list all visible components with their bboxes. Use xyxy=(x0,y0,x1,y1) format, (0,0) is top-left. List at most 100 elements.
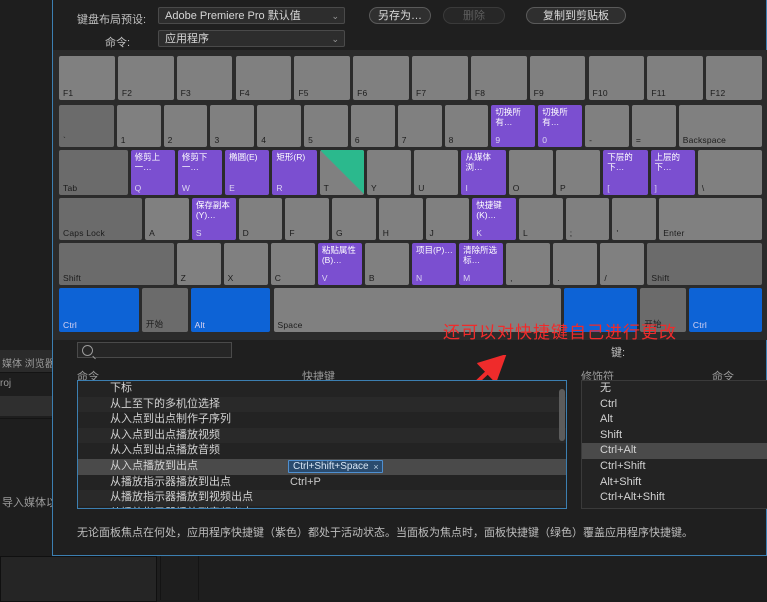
key-h[interactable]: H xyxy=(378,198,423,240)
key-f5[interactable]: F5 xyxy=(294,56,351,100)
key-enter[interactable]: Enter xyxy=(659,198,762,240)
key-num12[interactable]: = xyxy=(631,105,676,147)
command-row[interactable]: 从入点到出点制作子序列 xyxy=(78,412,566,428)
key-tab[interactable]: Tab xyxy=(59,150,128,195)
key-shift10[interactable]: / xyxy=(600,243,645,285)
preset-dropdown[interactable]: Adobe Premiere Pro 默认值 ⌄ xyxy=(158,7,345,24)
key-alt[interactable]: Alt xyxy=(190,288,271,332)
command-list[interactable]: 下标 从上至下的多机位选择 从入点到出点制作子序列 从入点到出点播放视频 从入点到出点播… xyxy=(77,380,567,509)
key-num11[interactable]: - xyxy=(585,105,629,147)
key-j[interactable]: J xyxy=(425,198,470,240)
key-m[interactable]: 清除所选标… M xyxy=(459,243,504,285)
key-c[interactable]: C xyxy=(270,243,315,285)
key-t[interactable]: T xyxy=(319,150,364,195)
key-home11[interactable]: ' xyxy=(612,198,657,240)
command-row[interactable]: 从入点播放到出点 Ctrl+Shift+Space × xyxy=(78,458,566,475)
virtual-keyboard[interactable]: F1 F2 F3 F4 F5 F6 F7 F8 F9 F10 F11 F12 ` 1 2 3 4 5 6 7 8 切换所有… xyxy=(53,50,767,340)
modifier-list[interactable]: 无 Ctrl Alt Shift Ctrl+Alt Ctrl+Shift Alt+Shift… xyxy=(581,380,767,509)
key-g[interactable]: G xyxy=(332,198,376,240)
key-f9[interactable]: F9 xyxy=(529,56,586,100)
search-input[interactable] xyxy=(96,343,230,359)
modifier-row[interactable]: 无 xyxy=(582,381,767,397)
key-v[interactable]: 粘贴属性(B)… V xyxy=(317,243,362,285)
key-capslock[interactable]: Caps Lock xyxy=(59,198,143,240)
preset-label: 键盘布局预设: xyxy=(77,14,147,26)
command-dropdown[interactable]: 应用程序 ⌄ xyxy=(158,30,345,47)
close-icon[interactable]: × xyxy=(373,461,378,473)
modifier-row[interactable]: Alt+Shift xyxy=(582,475,767,491)
key-4[interactable]: 4 xyxy=(257,105,302,147)
key-f11[interactable]: F11 xyxy=(647,56,704,100)
key-w[interactable]: 修剪下一… W xyxy=(177,150,223,195)
command-row[interactable]: 下标 xyxy=(78,381,566,397)
command-row[interactable]: 从播放指示器播放到视频出点 xyxy=(78,490,566,506)
key-shift9[interactable]: . xyxy=(553,243,598,285)
key-3[interactable]: 3 xyxy=(210,105,255,147)
key-p[interactable]: P xyxy=(556,150,601,195)
command-row[interactable]: 从播放指示器播放到出点 Ctrl+P xyxy=(78,475,566,491)
key-shift[interactable]: Shift xyxy=(647,243,762,285)
key-f[interactable]: F xyxy=(285,198,330,240)
key-r[interactable]: 矩形(R) R xyxy=(272,150,317,195)
modifier-row[interactable]: Alt xyxy=(582,412,767,428)
key-8[interactable]: 8 xyxy=(444,105,489,147)
modifier-row[interactable]: Ctrl+Shift xyxy=(582,459,767,475)
key-z[interactable]: Z xyxy=(176,243,221,285)
command-row[interactable]: 从播放指示器播放到音频出点 xyxy=(78,506,566,508)
shortcut-chip[interactable]: Ctrl+Shift+Space × xyxy=(288,459,383,473)
command-list-scrollbar[interactable] xyxy=(559,389,565,441)
key-tab13[interactable]: \ xyxy=(697,150,762,195)
delete-button[interactable]: 删除 xyxy=(443,7,505,24)
command-row[interactable]: 从入点到出点播放音频 xyxy=(78,443,566,459)
modifier-row[interactable]: Shift xyxy=(582,428,767,444)
key-f7[interactable]: F7 xyxy=(412,56,468,100)
key-a[interactable]: A xyxy=(145,198,189,240)
key-tab11[interactable]: 下层的下… [ xyxy=(603,150,648,195)
key-9[interactable]: 切换所有… 9 xyxy=(491,105,536,147)
key-7[interactable]: 7 xyxy=(397,105,442,147)
key-home10[interactable]: ; xyxy=(565,198,610,240)
key-y[interactable]: Y xyxy=(366,150,412,195)
key-2[interactable]: 2 xyxy=(163,105,208,147)
key-num0[interactable]: ` xyxy=(59,105,114,147)
search-field[interactable] xyxy=(77,342,232,359)
key-f4[interactable]: F4 xyxy=(235,56,292,100)
key-backspace[interactable]: Backspace xyxy=(678,105,762,147)
key-k[interactable]: 快捷键(K)… K xyxy=(472,198,516,240)
key-ctrl[interactable]: Ctrl xyxy=(688,288,762,332)
command-row[interactable]: 从入点到出点播放视频 xyxy=(78,427,566,444)
key-f1[interactable]: F1 xyxy=(59,56,115,100)
key-shift[interactable]: Shift xyxy=(59,243,174,285)
key-0[interactable]: 切换所有… 0 xyxy=(538,105,583,147)
modifier-row[interactable]: Ctrl xyxy=(582,397,767,413)
key-d[interactable]: D xyxy=(238,198,283,240)
key-i[interactable]: 从媒体浏… I xyxy=(461,150,506,195)
key-bot1[interactable]: 开始 xyxy=(141,288,188,332)
key-l[interactable]: L xyxy=(519,198,563,240)
key-s[interactable]: 保存副本(Y)… S xyxy=(191,198,236,240)
key-o[interactable]: O xyxy=(508,150,553,195)
key-ctrl[interactable]: Ctrl xyxy=(59,288,139,332)
modifier-row[interactable]: Ctrl+Alt xyxy=(582,443,767,459)
command-row[interactable]: 从上至下的多机位选择 xyxy=(78,396,566,413)
key-1[interactable]: 1 xyxy=(116,105,161,147)
key-f3[interactable]: F3 xyxy=(176,56,233,100)
key-5[interactable]: 5 xyxy=(304,105,348,147)
save-as-button[interactable]: 另存为… xyxy=(369,7,431,24)
key-f8[interactable]: F8 xyxy=(470,56,527,100)
key-x[interactable]: X xyxy=(223,243,268,285)
key-q[interactable]: 修剪上一… Q xyxy=(130,150,175,195)
key-tab12[interactable]: 上层的下…] xyxy=(650,150,695,195)
key-6[interactable]: 6 xyxy=(350,105,395,147)
key-f6[interactable]: F6 xyxy=(353,56,409,100)
key-u[interactable]: U xyxy=(414,150,459,195)
key-f10[interactable]: F10 xyxy=(588,56,645,100)
modifier-row[interactable]: Ctrl+Alt+Shift xyxy=(582,490,767,506)
key-e[interactable]: 椭圆(E) E xyxy=(225,150,270,195)
key-n[interactable]: 项目(P)… N xyxy=(412,243,457,285)
key-b[interactable]: B xyxy=(364,243,409,285)
key-shift8[interactable]: , xyxy=(506,243,551,285)
key-f12[interactable]: F12 xyxy=(706,56,762,100)
copy-to-clipboard-button[interactable]: 复制到剪贴板 xyxy=(526,7,626,24)
key-f2[interactable]: F2 xyxy=(117,56,174,100)
